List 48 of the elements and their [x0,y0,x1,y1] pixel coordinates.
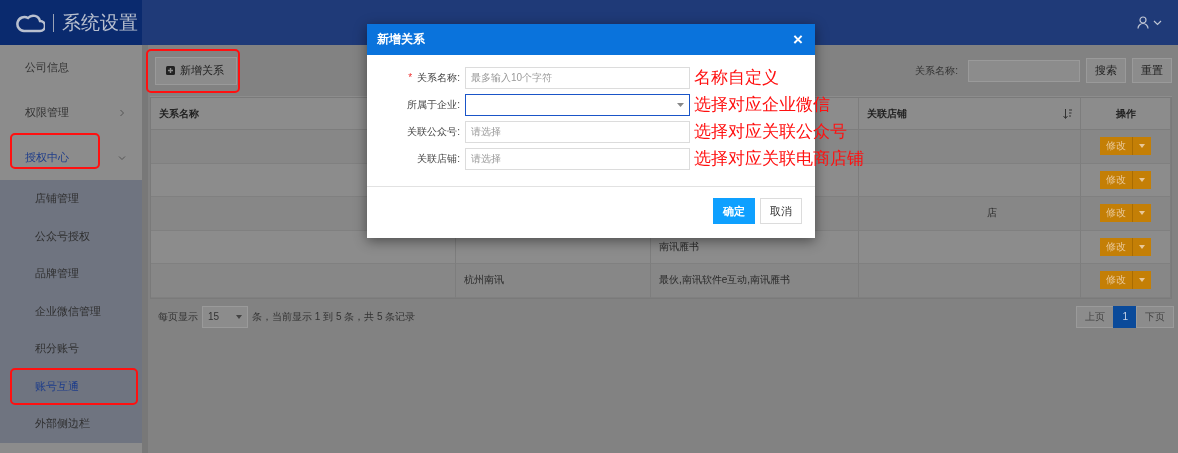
sidebar-item-label: 品牌管理 [35,266,79,282]
page-size-select[interactable]: 15 [202,305,248,328]
close-button[interactable]: × [793,31,803,48]
page-button[interactable]: 1 [1113,305,1137,328]
sidebar-item-label: 外部侧边栏 [35,416,90,432]
sidebar-item-label: 公司信息 [25,60,69,75]
field-label: 关系名称: [915,63,958,78]
reset-button[interactable]: 重置 [1132,58,1172,83]
sidebar-subitem[interactable]: 企业微信管理 [0,292,142,330]
page-summary: 条，当前显示 1 到 5 条，共 5 条记录 [252,309,416,324]
sidebar-item[interactable]: 权限管理 [0,90,142,135]
sidebar-subitem[interactable]: 公众号授权 [0,217,142,255]
table-cell: 杭州南讯 [456,264,651,298]
sidebar-subitem[interactable]: 店铺管理 [0,180,142,218]
confirm-button[interactable]: 确定 [713,198,755,224]
sidebar-subitem[interactable]: 品牌管理 [0,255,142,293]
add-relation-button[interactable]: 新增关系 [155,56,237,85]
sidebar-item-label: 公众号授权 [35,228,90,244]
field-label: 关联店铺: [416,151,461,166]
field-label: 所属于企业: [406,97,461,112]
sidebar-subitem[interactable]: 账号互通 [0,367,142,405]
input-field[interactable]: 请选择 [465,120,690,143]
table-cell: 最伙,南讯软件e互动,南讯雁书 [651,264,859,298]
sidebar-item-label: 权限管理 [25,105,69,120]
sidebar-item-label: 账号互通 [35,378,79,394]
sidebar-item[interactable]: 公司信息 [0,45,142,90]
sidebar-item-label: 店铺管理 [35,191,79,207]
sidebar-item-label: 企业微信管理 [35,303,101,319]
column-header: 操作 [1115,106,1136,121]
app-title: 系统设置 [62,10,138,35]
sidebar-item[interactable]: 授权中心 [0,135,142,180]
page-size-label: 每页显示 [158,309,198,324]
dialog-title: 新增关系 [377,31,425,48]
column-header: 关联店铺 [867,106,907,121]
sidebar-subitem[interactable]: 积分账号 [0,330,142,368]
sidebar-item-label: 授权中心 [25,150,69,165]
field-label: 关联公众号: [406,124,461,139]
annotation-text: 名称自定义 [694,67,779,89]
field-label: * 关系名称: [407,70,461,85]
input-field[interactable]: 请选择 [465,147,690,170]
sidebar-subitem[interactable]: 外部侧边栏 [0,405,142,443]
search-button[interactable]: 搜索 [1086,58,1126,83]
table-cell: 店 [859,197,1081,231]
cancel-button[interactable]: 取消 [760,198,802,224]
input-field[interactable]: 最多输入10个字符 [465,66,690,89]
sidebar-item-label: 积分账号 [35,341,79,357]
page-button[interactable]: 下页 [1136,305,1174,328]
column-header: 关系名称 [159,106,199,121]
